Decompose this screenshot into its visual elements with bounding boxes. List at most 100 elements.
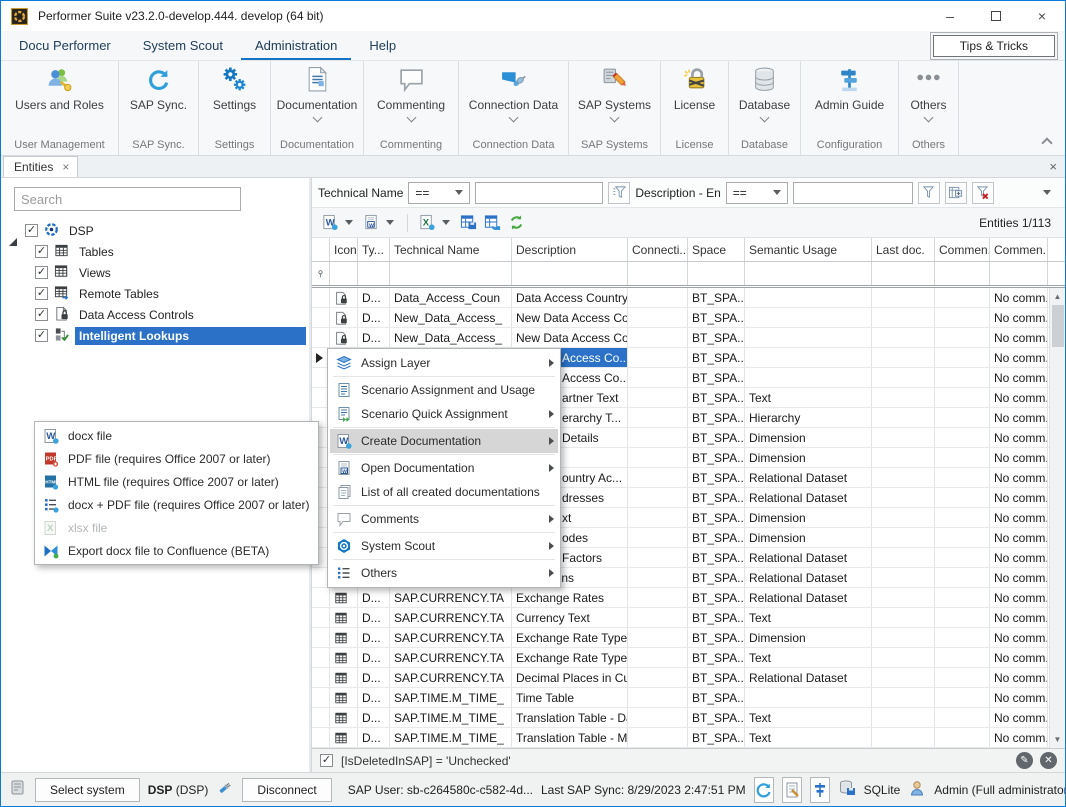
menu-item-assign-layer[interactable]: Assign Layer (330, 351, 558, 375)
ribbon-button-admin-guide[interactable]: Admin Guide (801, 66, 898, 137)
vertical-scrollbar[interactable]: ▲ ▼ (1049, 288, 1065, 748)
open-word-dropdown-icon[interactable] (386, 220, 394, 225)
ribbon-button-settings[interactable]: Settings (199, 66, 270, 137)
refresh-button[interactable] (506, 213, 526, 233)
ribbon-button-commenting[interactable]: Commenting (364, 66, 458, 137)
column-header-ty-[interactable]: Ty... (358, 238, 390, 261)
tabstrip-close-icon[interactable]: × (1049, 159, 1057, 174)
ribbon-button-sap-sync-[interactable]: SAP Sync. (119, 66, 198, 137)
column-header-commen-[interactable]: Commen... (990, 238, 1048, 261)
tree-checkbox[interactable]: ✓ (35, 266, 48, 279)
collapse-ribbon-icon[interactable] (1041, 137, 1052, 148)
menu-tab-help[interactable]: Help (355, 32, 410, 60)
menu-item-comments[interactable]: Comments (330, 507, 558, 531)
submenu-item-docx-file[interactable]: Wdocx file (37, 424, 316, 447)
table-row[interactable]: D...SAP.TIME.M_TIME_Translation Table - … (312, 728, 1065, 748)
export-excel-dropdown-icon[interactable] (442, 220, 450, 225)
close-filter-icon[interactable]: ✕ (1040, 752, 1057, 769)
table-row[interactable]: D...SAP.CURRENCY.TAExchange Rate Type...… (312, 628, 1065, 648)
ribbon-button-sap-systems[interactable]: SAP Systems (569, 66, 660, 137)
export-word-dropdown-icon[interactable] (345, 220, 353, 225)
table-row[interactable]: D...SAP.CURRENCY.TACurrency TextBT_SPA..… (312, 608, 1065, 628)
menu-item-create-documentation[interactable]: WCreate Documentation (330, 429, 558, 453)
menu-item-open-documentation[interactable]: wOpen Documentation (330, 456, 558, 480)
auto-filter-cell[interactable] (512, 262, 628, 285)
menu-tab-system-scout[interactable]: System Scout (129, 32, 237, 60)
filter-editor-button[interactable] (945, 182, 967, 204)
restore-grid-layout-button[interactable] (482, 213, 502, 233)
expand-icon[interactable] (9, 224, 19, 238)
auto-filter-cell[interactable] (628, 262, 688, 285)
menu-item-scenario-assignment-and-usage[interactable]: Scenario Assignment and Usage (330, 378, 558, 402)
disconnect-button[interactable]: Disconnect (242, 778, 331, 802)
column-header-semantic-usage[interactable]: Semantic Usage (745, 238, 872, 261)
menu-tab-docu-performer[interactable]: Docu Performer (5, 32, 125, 60)
open-word-button[interactable]: w (361, 213, 381, 233)
sync-settings-button[interactable] (810, 777, 830, 803)
auto-filter-cell[interactable] (688, 262, 745, 285)
ribbon-button-database[interactable]: Database (729, 66, 800, 137)
auto-filter-cell[interactable] (745, 262, 872, 285)
table-row[interactable]: D...SAP.CURRENCY.TAExchange Rate Type...… (312, 648, 1065, 668)
minimize-button[interactable]: – (927, 1, 973, 31)
maximize-button[interactable] (973, 1, 1019, 31)
auto-filter-cell[interactable] (872, 262, 935, 285)
tab-close-icon[interactable]: × (62, 160, 69, 174)
table-row[interactable]: D...SAP.TIME.M_TIME_Translation Table - … (312, 708, 1065, 728)
auto-filter-cell[interactable] (358, 262, 390, 285)
submenu-item-docx-pdf-file-requires-office-or-later-[interactable]: docx + PDF file (requires Office 2007 or… (37, 493, 316, 516)
column-header-technical-name[interactable]: Technical Name (390, 238, 512, 261)
tree-node-data-access-controls[interactable]: ✓Data Access Controls (1, 304, 309, 325)
table-row[interactable]: D...SAP.TIME.M_TIME_Time TableBT_SPA...N… (312, 688, 1065, 708)
scrollbar-thumb[interactable] (1052, 305, 1064, 347)
tree-checkbox[interactable]: ✓ (25, 224, 38, 237)
footer-filter-checkbox[interactable]: ✓ (320, 754, 333, 767)
tab-entities[interactable]: Entities × (3, 156, 78, 177)
auto-filter-cell[interactable] (935, 262, 990, 285)
table-row[interactable]: D...SAP.CURRENCY.TAExchange RatesBT_SPA.… (312, 588, 1065, 608)
column-header-connecti-[interactable]: Connecti... (628, 238, 688, 261)
auto-filter-cell[interactable] (330, 262, 358, 285)
column-header-description[interactable]: Description (512, 238, 628, 261)
filter-value-input[interactable] (793, 182, 913, 204)
tree-node-remote-tables[interactable]: ✓Remote Tables (1, 283, 309, 304)
submenu-item-html-file-requires-office-or-later-[interactable]: HTMLHTML file (requires Office 2007 or l… (37, 470, 316, 493)
edit-filter-icon[interactable]: ✎ (1016, 752, 1033, 769)
auto-filter-cell[interactable] (390, 262, 512, 285)
scroll-up-icon[interactable]: ▲ (1050, 288, 1065, 305)
menu-tab-administration[interactable]: Administration (241, 32, 351, 60)
table-row[interactable]: D...SAP.CURRENCY.TADecimal Places in Cur… (312, 668, 1065, 688)
ribbon-button-connection-data[interactable]: Connection Data (459, 66, 568, 137)
ribbon-button-documentation[interactable]: Documentation (271, 66, 363, 137)
column-header-commen-[interactable]: Commen... (935, 238, 990, 261)
tree-checkbox[interactable]: ✓ (35, 329, 48, 342)
table-row[interactable]: D...Data_Access_CounData Access CountryB… (312, 288, 1065, 308)
menu-item-list-of-all-created-documentations[interactable]: List of all created documentations (330, 480, 558, 504)
column-header-icon[interactable]: Icon (330, 238, 358, 261)
export-excel-button[interactable]: X (417, 213, 437, 233)
menu-item-others[interactable]: Others (330, 561, 558, 585)
filter-operator-select[interactable]: == (408, 182, 470, 204)
ribbon-button-others[interactable]: Others (899, 66, 958, 137)
submenu-item-pdf-file-requires-office-or-later-[interactable]: PDFPDF file (requires Office 2007 or lat… (37, 447, 316, 470)
tree-checkbox[interactable]: ✓ (35, 245, 48, 258)
save-grid-layout-button[interactable] (458, 213, 478, 233)
tree-node-views[interactable]: ✓Views (1, 262, 309, 283)
filter-value-input[interactable] (475, 182, 603, 204)
filter-funnel-button[interactable] (608, 182, 630, 204)
sync-log-button[interactable] (782, 777, 802, 803)
tree-checkbox[interactable]: ✓ (35, 287, 48, 300)
column-header-last-doc-[interactable]: Last doc. (872, 238, 935, 261)
ribbon-button-users-and-roles[interactable]: Users and Roles (1, 66, 118, 137)
ribbon-button-license[interactable]: License (661, 66, 728, 137)
column-header-indicator[interactable] (312, 238, 330, 261)
tree-node-tables[interactable]: ✓Tables (1, 241, 309, 262)
auto-filter-cell[interactable] (990, 262, 1048, 285)
table-row[interactable]: D...New_Data_Access_New Data Access Co..… (312, 308, 1065, 328)
search-input[interactable] (14, 187, 241, 211)
select-system-button[interactable]: Select system (35, 778, 140, 802)
tree-checkbox[interactable]: ✓ (35, 308, 48, 321)
export-word-button[interactable]: W (320, 213, 340, 233)
tree-node-intelligent-lookups[interactable]: ✓Intelligent Lookups (1, 325, 309, 346)
sap-sync-status-button[interactable] (754, 777, 774, 803)
